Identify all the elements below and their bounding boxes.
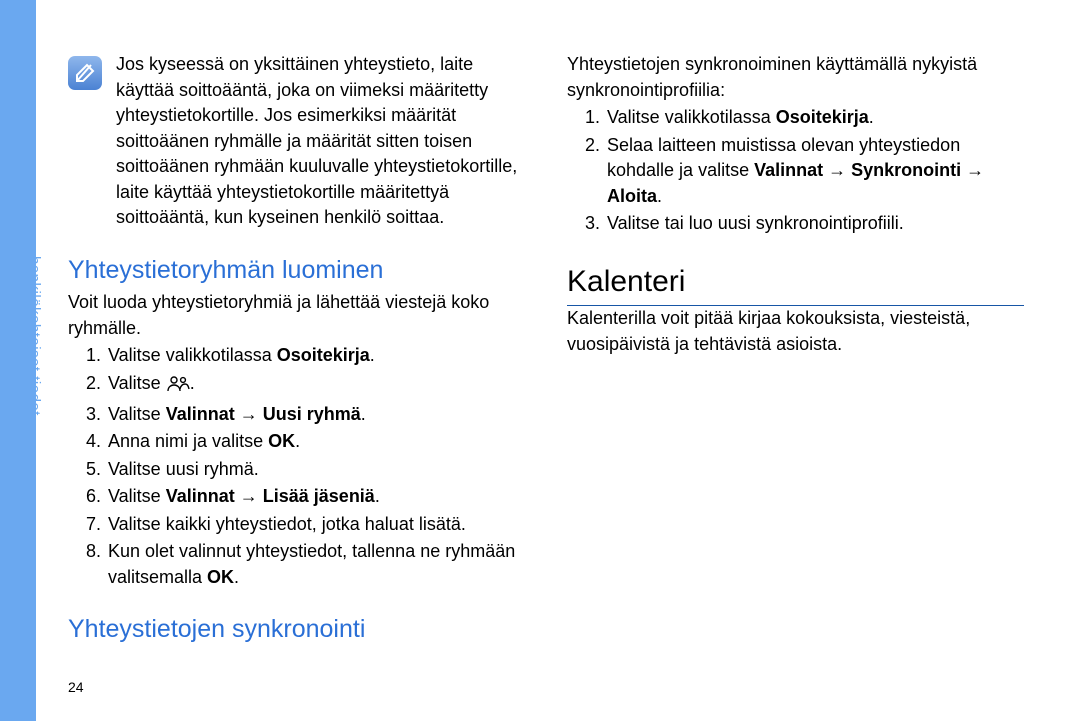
- list-item: Valitse uusi ryhmä.: [106, 457, 525, 483]
- calendar-intro: Kalenterilla voit pitää kirjaa kokouksis…: [567, 306, 1024, 357]
- note-block: Jos kyseessä on yksittäinen yhteystieto,…: [68, 52, 525, 231]
- group-steps: Valitse valikkotilassa Osoitekirja. Vali…: [68, 343, 525, 590]
- list-item: Valitse .: [106, 371, 525, 400]
- list-item: Valitse valikkotilassa Osoitekirja.: [106, 343, 525, 369]
- note-text: Jos kyseessä on yksittäinen yhteystieto,…: [116, 52, 525, 231]
- list-item: Valitse kaikki yhteystiedot, jotka halua…: [106, 512, 525, 538]
- group-intro: Voit luoda yhteystietoryhmiä ja lähettää…: [68, 290, 525, 341]
- heading-group-create: Yhteystietoryhmän luominen: [68, 253, 525, 289]
- manual-page: henkilökohtaiset tiedot Jos kyseessä on …: [0, 0, 1080, 721]
- sync-intro: Yhteystietojen synkronoiminen käyttämäll…: [567, 52, 1024, 103]
- page-number: 24: [68, 679, 84, 695]
- list-item: Valitse Valinnat → Uusi ryhmä.: [106, 402, 525, 428]
- heading-sync: Yhteystietojen synkronointi: [68, 612, 525, 648]
- note-icon: [68, 56, 102, 90]
- side-tab-label: henkilökohtaiset tiedot: [26, 256, 43, 416]
- group-icon: [166, 374, 190, 400]
- heading-calendar: Kalenteri: [567, 261, 1024, 307]
- list-item: Valitse valikkotilassa Osoitekirja.: [605, 105, 1024, 131]
- list-item: Valitse Valinnat → Lisää jäseniä.: [106, 484, 525, 510]
- page-content: Jos kyseessä on yksittäinen yhteystieto,…: [68, 52, 1024, 685]
- list-item: Valitse tai luo uusi synkronointiprofiil…: [605, 211, 1024, 237]
- list-item: Selaa laitteen muistissa olevan yhteysti…: [605, 133, 1024, 210]
- sync-steps: Valitse valikkotilassa Osoitekirja. Sela…: [567, 105, 1024, 237]
- list-item: Anna nimi ja valitse OK.: [106, 429, 525, 455]
- list-item: Kun olet valinnut yhteystiedot, tallenna…: [106, 539, 525, 590]
